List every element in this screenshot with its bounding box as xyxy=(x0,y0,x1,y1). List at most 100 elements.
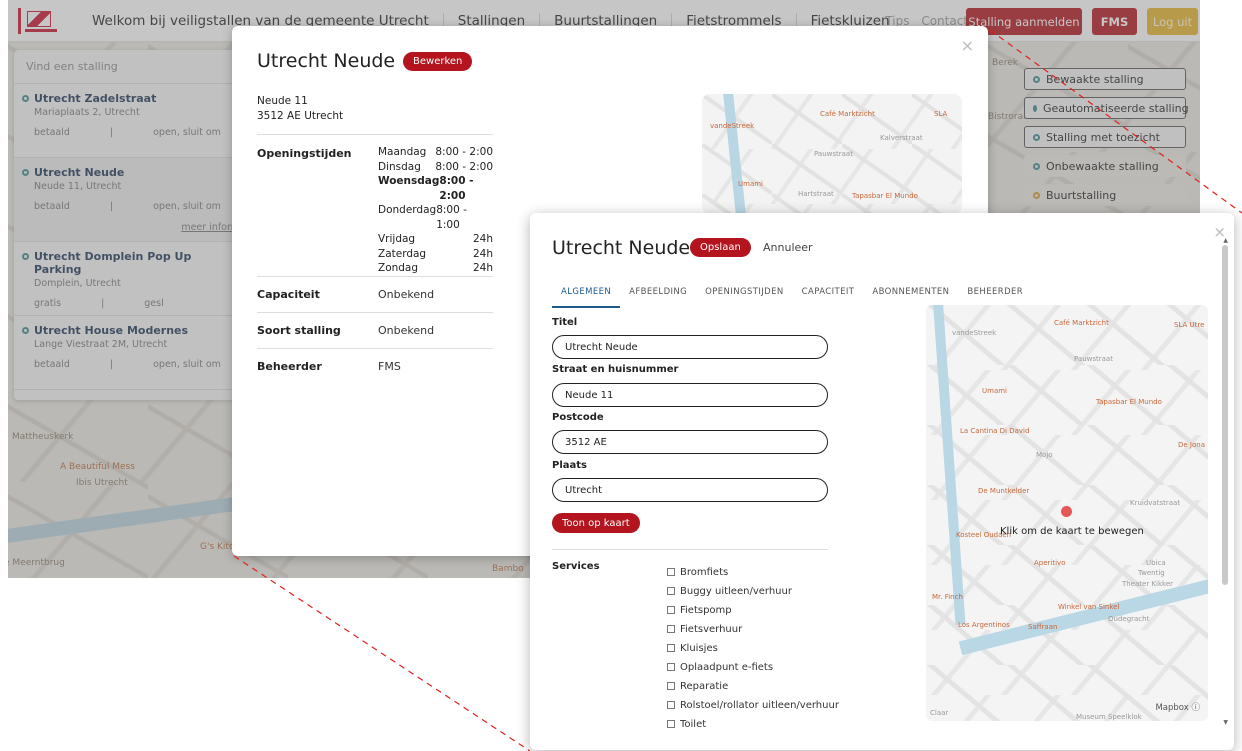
capacity-value: Onbekend xyxy=(378,288,435,301)
checkbox-icon[interactable] xyxy=(667,625,675,633)
service-checkbox[interactable]: Reparatie xyxy=(667,677,839,696)
map-label: vandeStreek xyxy=(952,329,997,337)
checkbox-icon[interactable] xyxy=(667,606,675,614)
tab-openingstijden[interactable]: OPENINGSTIJDEN xyxy=(696,283,792,308)
location-pin-icon[interactable] xyxy=(1061,506,1072,517)
checkbox-icon[interactable] xyxy=(667,701,675,709)
map-label: Pauwstraat xyxy=(814,150,853,158)
map-label: Umami xyxy=(738,180,763,188)
title-label: Titel xyxy=(552,317,578,328)
manager-label: Beheerder xyxy=(257,360,322,373)
checkbox-icon[interactable] xyxy=(667,720,675,728)
services-label: Services xyxy=(552,561,600,572)
checkbox-icon[interactable] xyxy=(667,663,675,671)
map-label: Los Argentinos xyxy=(958,621,1010,629)
map-label: La Cantina Di David xyxy=(960,427,1030,435)
street-input[interactable]: Neude 11 xyxy=(552,383,828,407)
checkbox-icon[interactable] xyxy=(667,568,675,576)
map-label: Ubica xyxy=(1146,559,1166,567)
service-checkbox[interactable]: Kluisjes xyxy=(667,639,839,658)
street-label: Straat en huisnummer xyxy=(552,364,679,375)
hours-row: Zondag 24h xyxy=(378,262,493,274)
city-label: Plaats xyxy=(552,460,587,471)
opening-hours-label: Openingstijden xyxy=(257,147,352,160)
service-checkbox[interactable]: Bromfiets xyxy=(667,563,839,582)
info-icon[interactable]: ⓘ xyxy=(1191,703,1200,713)
service-checkbox[interactable]: Toilet xyxy=(667,715,839,734)
map-label: Claar xyxy=(930,709,949,717)
map-label: Umami xyxy=(982,387,1007,395)
service-checkbox[interactable]: Buggy uitleen/verhuur xyxy=(667,582,839,601)
type-label: Soort stalling xyxy=(257,324,341,337)
tab-capaciteit[interactable]: CAPACITEIT xyxy=(793,283,864,308)
map-label: vandeStreek xyxy=(710,122,755,130)
parking-edit-modal: Utrecht Neude Opslaan Annuleer × ALGEMEE… xyxy=(530,213,1234,750)
checkbox-icon[interactable] xyxy=(667,682,675,690)
map-label: De Muntkelder xyxy=(978,487,1030,495)
tab-afbeelding[interactable]: AFBEELDING xyxy=(620,283,696,308)
service-checkbox[interactable]: Rolstoel/rollator uitleen/verhuur xyxy=(667,696,839,715)
service-checkbox[interactable]: Fietspomp xyxy=(667,601,839,620)
city-input[interactable]: Utrecht xyxy=(552,478,828,502)
map-label: Twentig xyxy=(1138,569,1165,577)
divider xyxy=(552,549,828,550)
mapbox-attribution[interactable]: Mapbox ⓘ xyxy=(1155,701,1200,713)
map-label: Winkel van Sinkel xyxy=(1058,603,1120,611)
map-label: Aperitivo xyxy=(1034,559,1066,567)
map-label: Tapasbar El Mundo xyxy=(1096,398,1162,406)
map-label: De Jona xyxy=(1178,441,1205,449)
postcode-input[interactable]: 3512 AE xyxy=(552,430,828,454)
map-label: Theater Kikker xyxy=(1122,580,1174,588)
service-checkbox[interactable]: Fietsverhuur xyxy=(667,620,839,639)
capacity-row: Capaciteit Onbekend xyxy=(257,276,493,312)
map-label: Saffraan xyxy=(1028,623,1058,631)
scroll-down-icon[interactable]: ▼ xyxy=(1223,719,1228,726)
map-label: Mr. Finch xyxy=(932,593,963,601)
hours-row: Dinsdag 8:00 - 2:00 xyxy=(378,160,493,173)
address-city: 3512 AE Utrecht xyxy=(257,110,344,122)
service-checkbox[interactable]: Oplaadpunt e-fiets xyxy=(667,658,839,677)
map-hint: Klik om de kaart te bewegen xyxy=(1000,526,1144,537)
close-icon[interactable]: × xyxy=(961,36,974,55)
save-button[interactable]: Opslaan xyxy=(690,238,751,257)
opening-hours-section: Openingstijden Maandag 8:00 - 2:00 Dinsda… xyxy=(257,134,493,276)
parking-address: Neude 11 3512 AE Utrecht xyxy=(257,94,343,124)
address-street: Neude 11 xyxy=(257,95,308,107)
edit-map[interactable]: vandeStreek Café Marktzicht SLA Utre Pau… xyxy=(926,305,1208,721)
map-label: Kalverstraat xyxy=(880,134,923,142)
map-label: Café Marktzicht xyxy=(820,110,875,118)
map-label: Oudegracht xyxy=(1108,615,1150,623)
postcode-label: Postcode xyxy=(552,412,604,423)
hours-row: Vrijdag 24h xyxy=(378,233,493,245)
manager-value: FMS xyxy=(378,360,401,373)
hours-row: Maandag 8:00 - 2:00 xyxy=(378,146,493,158)
map-label: SLA xyxy=(934,110,948,118)
map-label: SLA Utre xyxy=(1174,321,1205,329)
show-on-map-button[interactable]: Toon op kaart xyxy=(552,513,640,533)
detail-map[interactable]: vandeStreek Café Marktzicht SLA Pauwstra… xyxy=(702,94,962,214)
mapbox-label: Mapbox xyxy=(1155,703,1189,713)
cancel-link[interactable]: Annuleer xyxy=(763,241,813,254)
type-row: Soort stalling Onbekend xyxy=(257,312,493,348)
edit-button[interactable]: Bewerken xyxy=(403,52,473,71)
scroll-up-icon[interactable]: ▲ xyxy=(1223,237,1228,244)
modal-title: Utrecht Neude xyxy=(257,50,396,72)
map-label: Kruidvatstraat xyxy=(1130,499,1181,507)
map-label: Tapasbar El Mundo xyxy=(852,192,918,200)
hours-row: Donderdag 8:00 - 1:00 xyxy=(378,204,467,231)
services-list: Bromfiets Buggy uitleen/verhuur Fietspom… xyxy=(667,563,839,734)
hours-row: Zaterdag 24h xyxy=(378,247,493,260)
checkbox-icon[interactable] xyxy=(667,644,675,652)
checkbox-icon[interactable] xyxy=(667,587,675,595)
tab-algemeen[interactable]: ALGEMEEN xyxy=(552,283,621,308)
map-label: Pauwstraat xyxy=(1074,355,1113,363)
hours-row-today: Woensdag 8:00 - 2:00 xyxy=(378,175,474,202)
scrollbar[interactable] xyxy=(1222,245,1228,585)
map-label: Museum Speelklok xyxy=(1076,713,1142,721)
title-input[interactable]: Utrecht Neude xyxy=(552,335,828,359)
capacity-label: Capaciteit xyxy=(257,288,320,301)
type-value: Onbekend xyxy=(378,324,435,337)
modal-title: Utrecht Neude xyxy=(552,237,691,259)
opening-hours-list: Maandag 8:00 - 2:00 Dinsdag 8:00 - 2:00 Wo… xyxy=(378,145,493,276)
manager-row: Beheerder FMS xyxy=(257,348,493,384)
